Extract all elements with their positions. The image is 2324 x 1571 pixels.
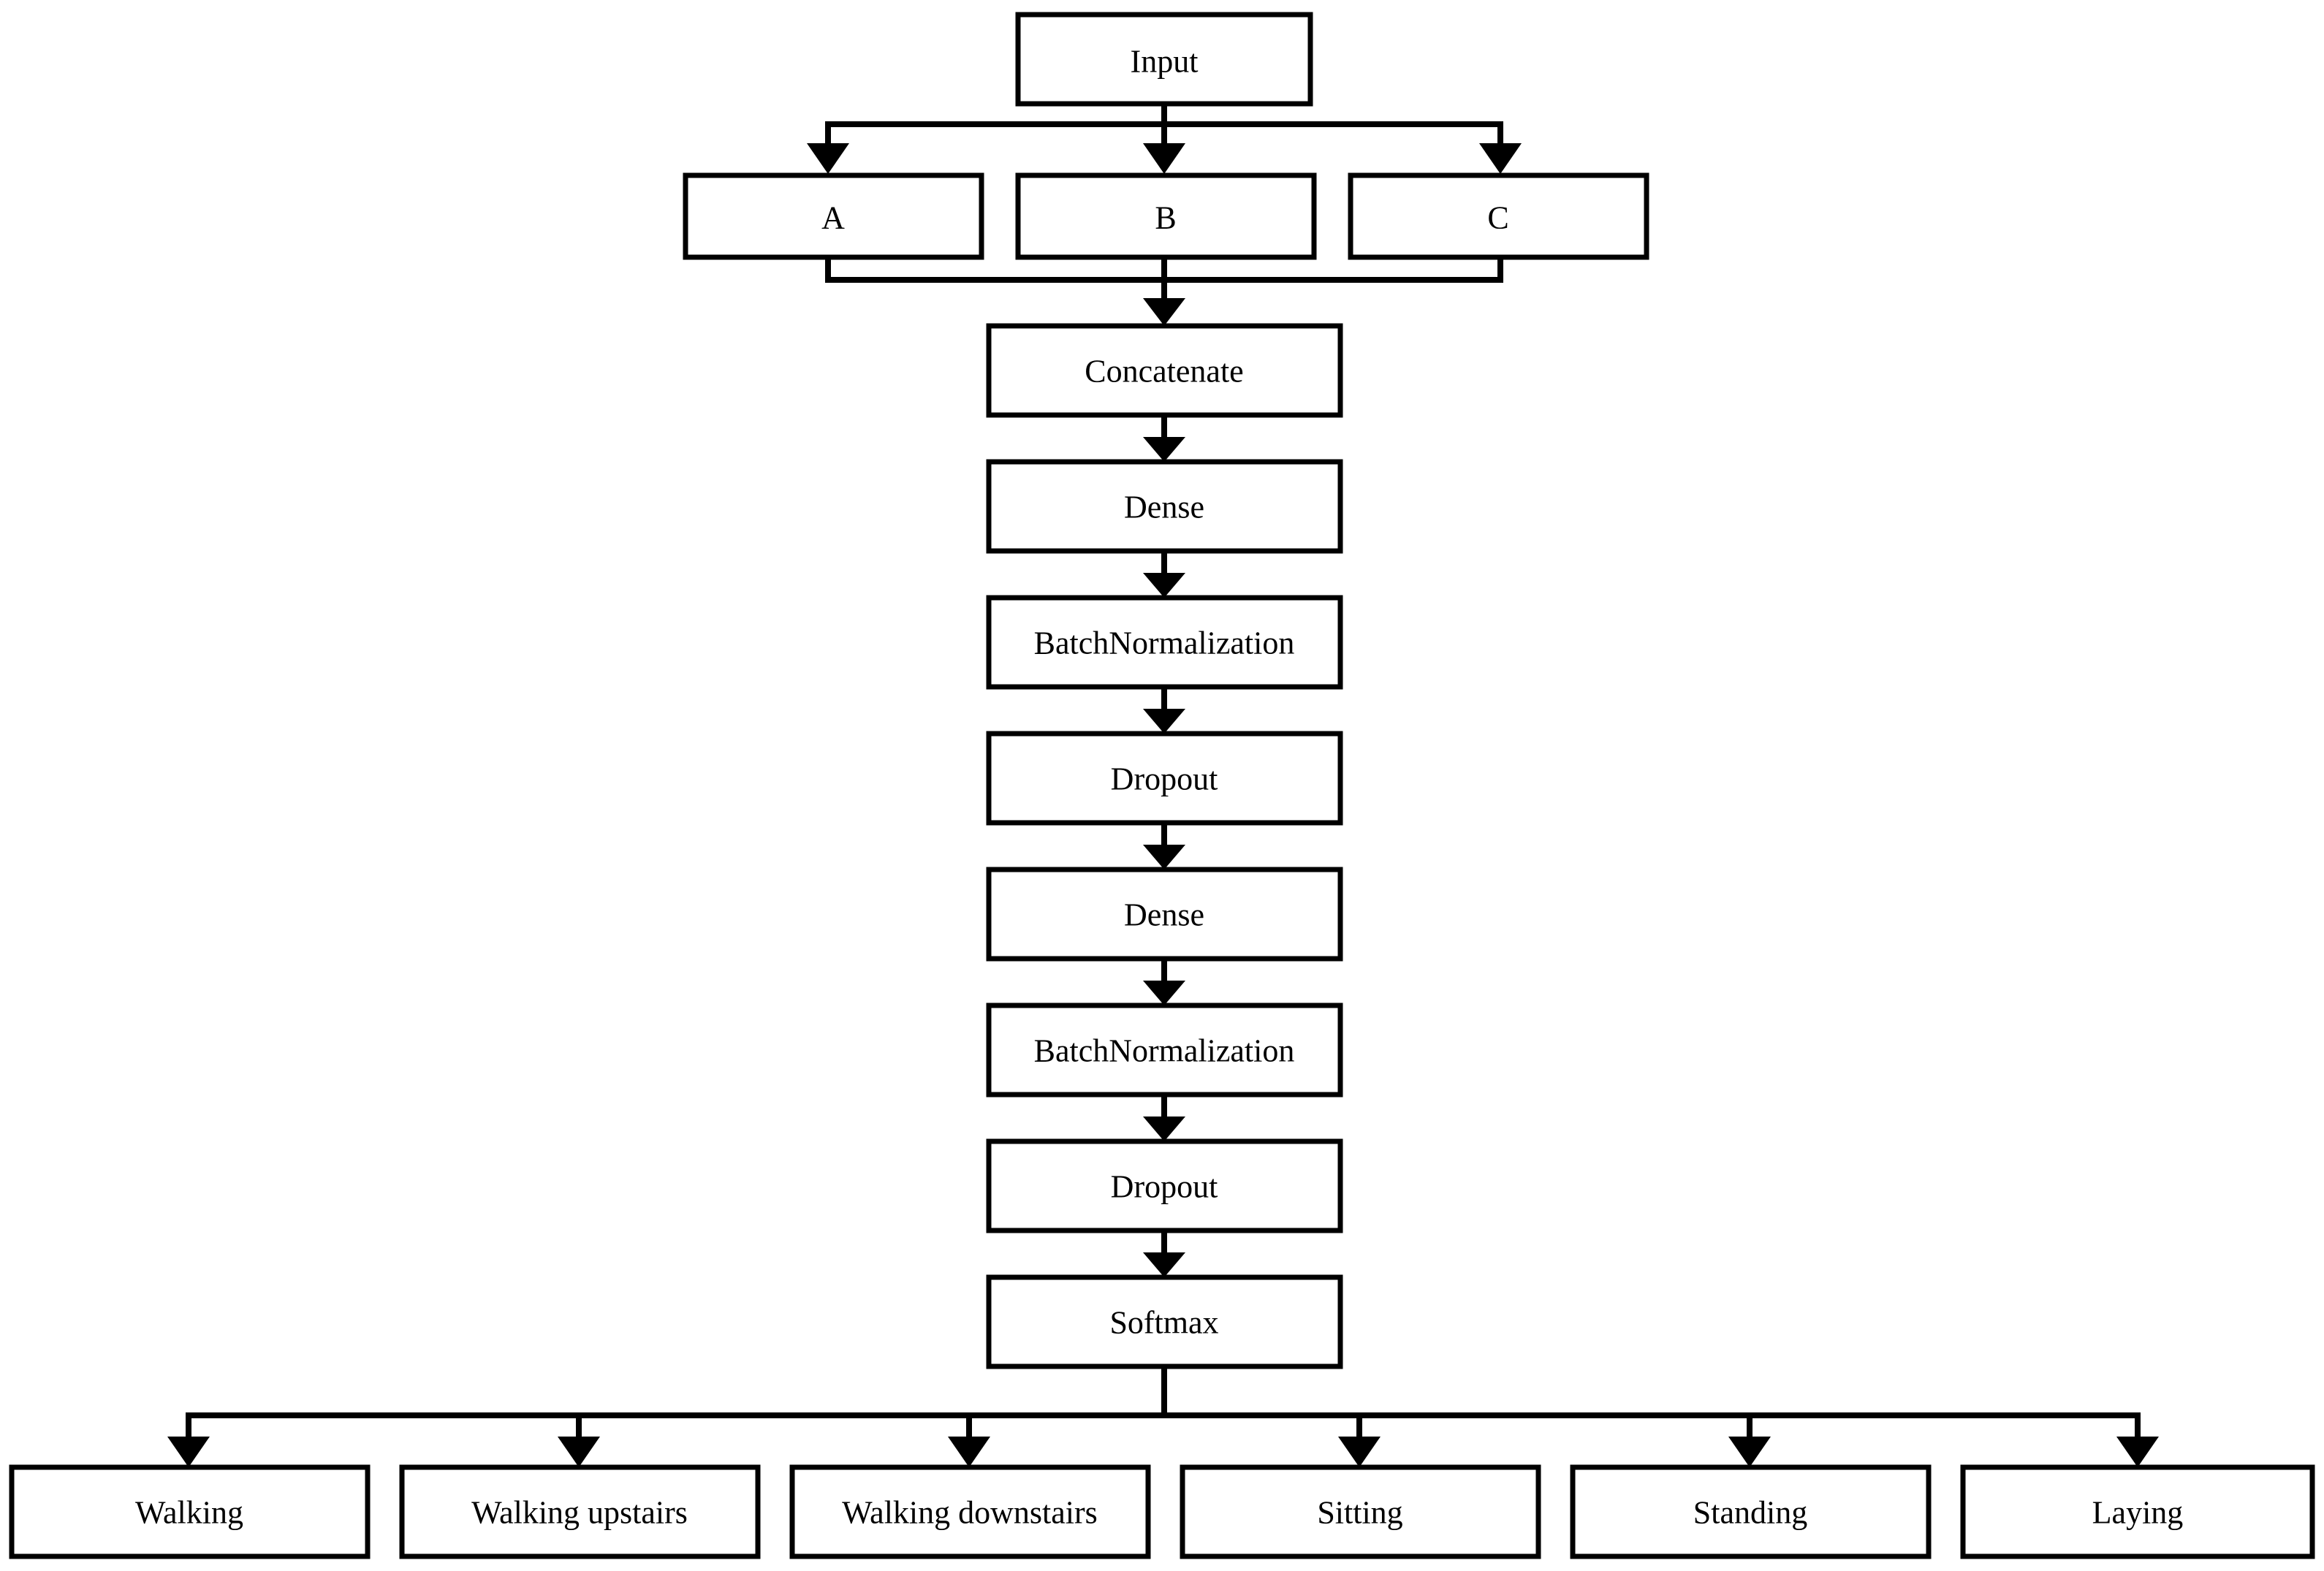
arrowhead-to-c [1479,143,1522,174]
arrowhead-to-a [807,143,849,174]
node-batchnorm-1[interactable]: BatchNormalization [986,595,1343,690]
edge-branches-to-concatenate [825,257,1503,326]
node-concatenate-label: Concatenate [1085,354,1243,389]
arrowhead-to-b [1143,143,1185,174]
edge-dense-2-to-batchnorm-2 [1143,959,1185,1005]
edge-concatenate-to-dense-1 [1143,415,1185,462]
node-batchnorm-1-label: BatchNormalization [1034,625,1295,661]
edge-softmax-to-outputs [167,1366,2159,1467]
node-output-walking-downstairs-label: Walking downstairs [842,1495,1098,1531]
node-output-walking-label: Walking [135,1495,243,1531]
node-batchnorm-2[interactable]: BatchNormalization [986,1003,1343,1098]
arrowhead-to-walking-upstairs [558,1437,600,1467]
node-dense-1[interactable]: Dense [986,459,1343,554]
node-branch-a-label: A [821,200,845,236]
arrowhead-to-concatenate [1143,298,1185,326]
node-branch-c-label: C [1487,200,1508,236]
node-branch-c[interactable]: C [1348,172,1649,260]
node-dense-2[interactable]: Dense [986,867,1343,962]
arrowhead-to-standing [1728,1437,1771,1467]
node-batchnorm-2-label: BatchNormalization [1034,1033,1295,1069]
arrowhead-5 [1143,981,1185,1005]
node-output-standing[interactable]: Standing [1570,1464,1932,1559]
node-output-walking-downstairs[interactable]: Walking downstairs [789,1464,1151,1559]
node-branch-a[interactable]: A [683,172,984,260]
node-dropout-1[interactable]: Dropout [986,731,1343,826]
arrowhead-6 [1143,1117,1185,1141]
edge-dense-1-to-batchnorm-1 [1143,551,1185,598]
flowchart-diagram: Input A B C Concatenate Dense BatchNorma… [0,0,2324,1571]
arrowhead-2 [1143,573,1185,598]
edge-dropout-1-to-dense-2 [1143,823,1185,870]
node-output-laying-label: Laying [2092,1495,2184,1531]
arrowhead-1 [1143,437,1185,462]
arrowhead-to-walking [167,1437,210,1467]
node-output-walking-upstairs-label: Walking upstairs [471,1495,688,1531]
node-output-sitting[interactable]: Sitting [1180,1464,1541,1559]
flowchart-canvas: Input A B C Concatenate Dense BatchNorma… [9,12,2315,1559]
node-dropout-2-label: Dropout [1111,1169,1218,1205]
node-input[interactable]: Input [1015,12,1313,107]
node-output-standing-label: Standing [1693,1495,1807,1531]
node-dense-1-label: Dense [1124,490,1204,525]
arrowhead-to-walking-downstairs [948,1437,990,1467]
arrowhead-4 [1143,845,1185,870]
node-softmax[interactable]: Softmax [986,1274,1343,1369]
node-branch-b-label: B [1155,200,1176,236]
node-dropout-1-label: Dropout [1111,761,1218,797]
node-output-walking[interactable]: Walking [9,1464,371,1559]
node-output-walking-upstairs[interactable]: Walking upstairs [399,1464,761,1559]
node-dense-2-label: Dense [1124,897,1204,933]
node-dropout-2[interactable]: Dropout [986,1138,1343,1233]
node-softmax-label: Softmax [1109,1305,1218,1341]
edge-input-to-branches [807,104,1522,174]
node-output-laying[interactable]: Laying [1960,1464,2315,1559]
arrowhead-to-laying [2116,1437,2159,1467]
node-output-sitting-label: Sitting [1317,1495,1402,1531]
edge-batchnorm-1-to-dropout-1 [1143,687,1185,734]
node-concatenate[interactable]: Concatenate [986,323,1343,418]
arrowhead-3 [1143,709,1185,734]
node-branch-b[interactable]: B [1015,172,1317,260]
edge-dropout-2-to-softmax [1143,1230,1185,1277]
node-input-label: Input [1131,44,1199,80]
arrowhead-to-sitting [1338,1437,1381,1467]
arrowhead-7 [1143,1252,1185,1277]
edge-batchnorm-2-to-dropout-2 [1143,1095,1185,1141]
